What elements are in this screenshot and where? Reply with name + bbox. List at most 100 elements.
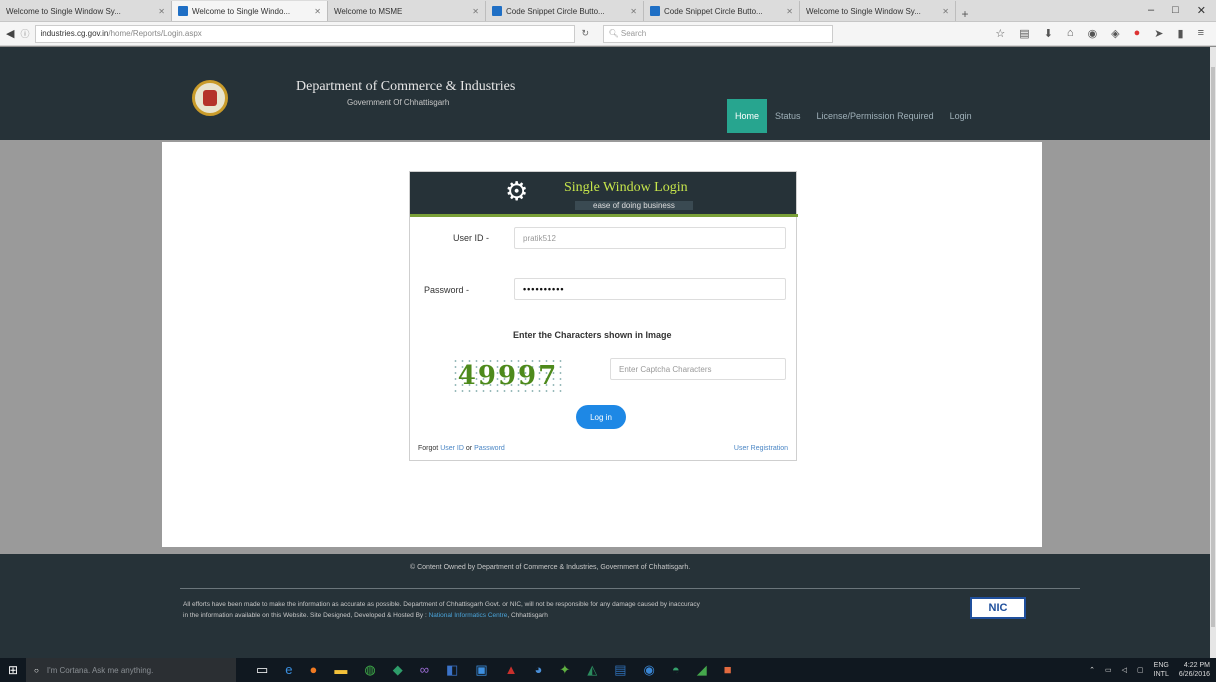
- close-window-button[interactable]: ✕: [1197, 4, 1206, 17]
- bookmark-star-icon[interactable]: ☆: [995, 27, 1005, 40]
- visual-studio-icon[interactable]: ∞: [420, 662, 429, 678]
- disclaimer-line: in the information available on this Web…: [183, 612, 427, 619]
- password-label: Password -: [424, 285, 470, 295]
- search-placeholder: Search: [620, 29, 647, 38]
- menu-icon[interactable]: ≡: [1198, 27, 1204, 40]
- reload-icon[interactable]: ↻: [581, 28, 597, 39]
- menu-license-permission[interactable]: License/Permission Required: [809, 99, 942, 133]
- nic-link[interactable]: National Informatics Centre: [429, 612, 508, 619]
- clock-time: 4:22 PM: [1183, 662, 1210, 669]
- cortana-placeholder: I'm Cortana. Ask me anything.: [46, 665, 154, 675]
- app-icon[interactable]: ◢: [697, 662, 707, 678]
- minimize-button[interactable]: –: [1148, 4, 1154, 17]
- user-registration-link[interactable]: User Registration: [734, 445, 788, 452]
- cortana-icon: ○: [34, 665, 39, 675]
- footer-divider: [180, 588, 1080, 589]
- clock[interactable]: 4:22 PM 6/26/2016: [1179, 661, 1210, 679]
- notification-icon[interactable]: ▢: [1137, 666, 1144, 674]
- browser-tab[interactable]: Welcome to Single Window Sy... ✕: [800, 1, 956, 21]
- address-bar[interactable]: industries.cg.gov.in/home/Reports/Login.…: [35, 24, 576, 43]
- lang-region: INTL: [1153, 671, 1169, 678]
- chrome-icon[interactable]: ◍: [364, 662, 375, 678]
- pocket-icon[interactable]: ◈: [1111, 27, 1119, 40]
- volume-icon[interactable]: ◁: [1122, 666, 1127, 674]
- browser-tab-strip: Welcome to Single Window Sy... ✕ Welcome …: [0, 0, 1216, 22]
- home-icon[interactable]: ⌂: [1067, 27, 1074, 40]
- app-icon[interactable]: ◕: [534, 662, 542, 678]
- userid-input[interactable]: pratik512: [514, 227, 786, 249]
- forgot-userid-link[interactable]: User ID: [440, 445, 464, 452]
- tab-title: Welcome to Single Windo...: [192, 6, 291, 16]
- forgot-credentials: Forgot User ID or Password: [418, 445, 505, 452]
- login-subtitle: ease of doing business: [575, 201, 693, 210]
- taskbar-apps: ▭ e ● ▬ ◍ ◆ ∞ ◧ ▣ ▲ ◕ ✦ ◭ ▤ ◉ ◓ ◢ ■: [256, 662, 732, 678]
- scrollbar-thumb[interactable]: [1211, 67, 1215, 627]
- filezilla-icon[interactable]: ▲: [505, 662, 518, 678]
- extension-icon[interactable]: ▮: [1178, 27, 1184, 40]
- edge-icon[interactable]: e: [285, 662, 292, 678]
- url-path: /home/Reports/Login.aspx: [108, 29, 202, 38]
- tab-close-icon[interactable]: ✕: [314, 7, 321, 16]
- tab-close-icon[interactable]: ✕: [786, 7, 793, 16]
- nic-logo[interactable]: NIC: [970, 597, 1026, 619]
- forgot-password-link[interactable]: Password: [474, 445, 505, 452]
- app-icon[interactable]: ◧: [446, 662, 458, 678]
- page-body: ⚙ Single Window Login ease of doing busi…: [0, 140, 1210, 554]
- tab-close-icon[interactable]: ✕: [942, 7, 949, 16]
- search-box[interactable]: 🔍︎ Search: [603, 24, 834, 43]
- app-icon[interactable]: ■: [724, 662, 732, 678]
- page-scrollbar[interactable]: [1210, 47, 1216, 658]
- captcha-input[interactable]: Enter Captcha Characters: [610, 358, 786, 380]
- password-input[interactable]: ••••••••••: [514, 278, 786, 300]
- network-icon[interactable]: ▭: [1105, 666, 1112, 674]
- login-box: ⚙ Single Window Login ease of doing busi…: [409, 171, 798, 461]
- info-icon[interactable]: ⓘ: [20, 27, 29, 40]
- tab-title: Code Snippet Circle Butto...: [664, 6, 763, 16]
- login-button[interactable]: Log in: [576, 405, 626, 429]
- app-icon[interactable]: ◉: [644, 662, 655, 678]
- app-icon[interactable]: ◆: [393, 662, 403, 678]
- government-subtitle: Government Of Chhattisgarh: [347, 98, 450, 107]
- app-icon[interactable]: ◭: [587, 662, 597, 678]
- sync-icon[interactable]: ◉: [1088, 27, 1098, 40]
- reading-list-icon[interactable]: ▤: [1019, 27, 1029, 40]
- menu-status[interactable]: Status: [767, 99, 809, 133]
- language-indicator[interactable]: ENG INTL: [1154, 661, 1169, 679]
- url-domain: industries.cg.gov.in: [40, 29, 109, 38]
- tab-close-icon[interactable]: ✕: [472, 7, 479, 16]
- addon-icon[interactable]: ●: [1134, 27, 1141, 40]
- browser-tab[interactable]: Welcome to MSME ✕: [328, 1, 486, 21]
- firefox-icon[interactable]: ●: [310, 662, 318, 678]
- favicon-icon: [650, 6, 660, 16]
- browser-tab-active[interactable]: Welcome to Single Windo... ✕: [172, 1, 328, 21]
- windows-start-icon[interactable]: ⊞: [0, 663, 26, 677]
- browser-tab[interactable]: Code Snippet Circle Butto... ✕: [486, 1, 644, 21]
- department-title: Department of Commerce & Industries: [296, 79, 516, 94]
- captcha-instruction: Enter the Characters shown in Image: [513, 330, 672, 340]
- extension-icon[interactable]: ➤: [1154, 27, 1163, 40]
- back-arrow-icon[interactable]: ◀: [6, 27, 14, 40]
- tray-up-arrow-icon[interactable]: ⌃: [1089, 666, 1095, 674]
- browser-tab[interactable]: Welcome to Single Window Sy... ✕: [0, 1, 172, 21]
- maximize-button[interactable]: □: [1172, 4, 1179, 17]
- tab-title: Welcome to MSME: [334, 6, 403, 16]
- app-icon[interactable]: ✦: [559, 662, 570, 678]
- browser-tab[interactable]: Code Snippet Circle Butto... ✕: [644, 1, 800, 21]
- file-explorer-icon[interactable]: ▬: [334, 662, 347, 678]
- new-tab-button[interactable]: +: [956, 7, 974, 21]
- tab-title: Welcome to Single Window Sy...: [806, 6, 921, 16]
- tab-close-icon[interactable]: ✕: [630, 7, 637, 16]
- app-icon[interactable]: ▣: [475, 662, 487, 678]
- app-icon[interactable]: ◓: [672, 662, 680, 678]
- download-icon[interactable]: ⬇: [1044, 27, 1053, 40]
- favicon-icon: [178, 6, 188, 16]
- task-view-icon[interactable]: ▭: [256, 662, 268, 678]
- menu-login[interactable]: Login: [942, 99, 980, 133]
- cortana-search[interactable]: ○ I'm Cortana. Ask me anything.: [26, 658, 236, 682]
- disclaimer-text: All efforts have been made to make the i…: [183, 599, 963, 621]
- site-header: Department of Commerce & Industries Gove…: [0, 47, 1210, 140]
- disclaimer-line: All efforts have been made to make the i…: [183, 601, 700, 608]
- tab-close-icon[interactable]: ✕: [158, 7, 165, 16]
- menu-home[interactable]: Home: [727, 99, 768, 133]
- app-icon[interactable]: ▤: [614, 662, 626, 678]
